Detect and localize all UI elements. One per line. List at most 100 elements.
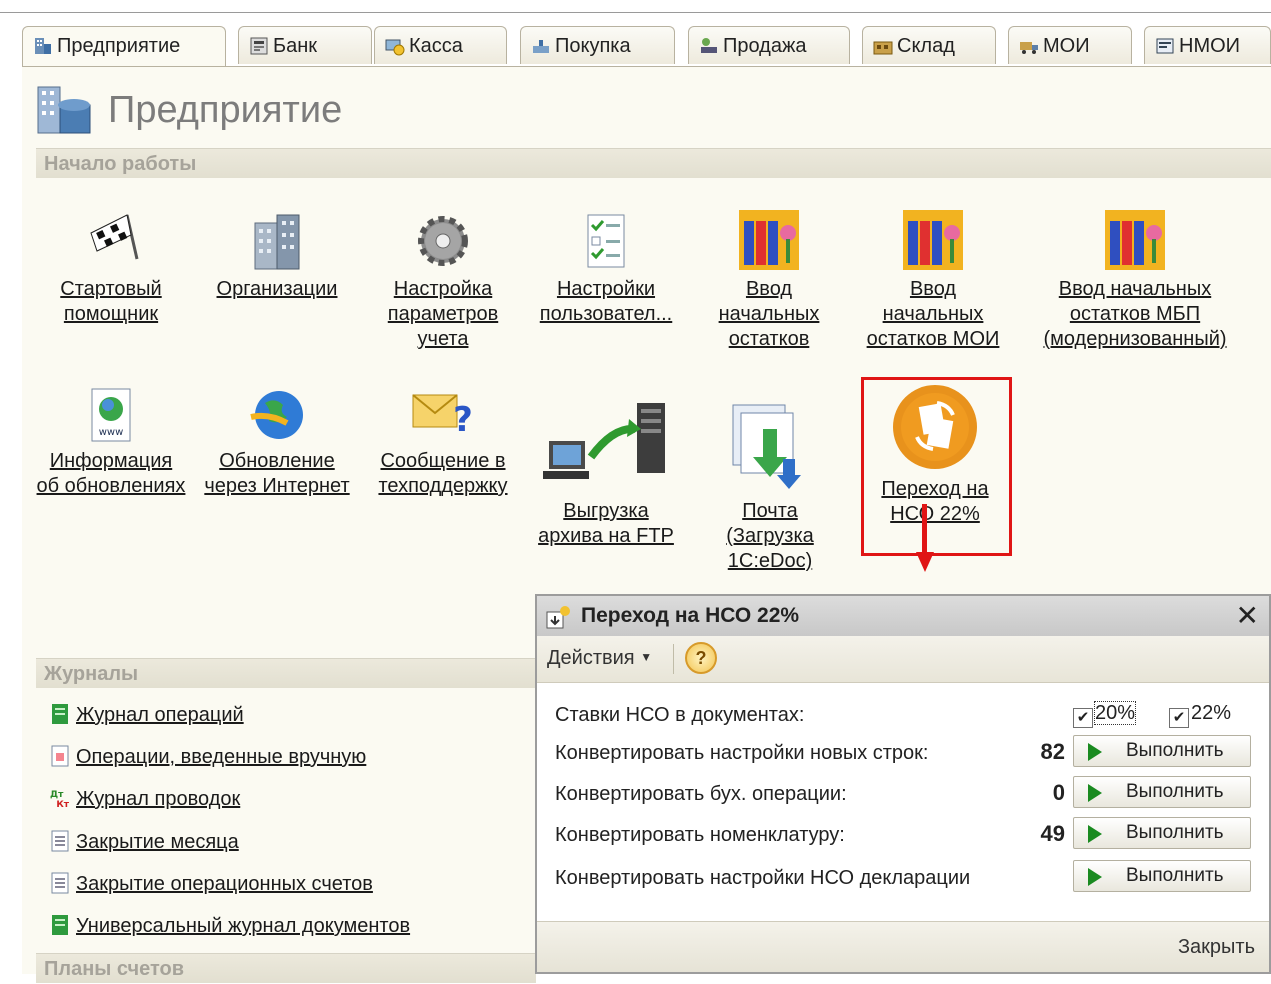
section-journals: Журналы: [36, 658, 536, 688]
close-button[interactable]: Закрыть: [1178, 936, 1255, 959]
checkbox-rate-20[interactable]: ✔ 20%: [1073, 701, 1137, 728]
svg-text:www: www: [99, 427, 124, 438]
document-icon: [51, 830, 69, 852]
journal-operations[interactable]: Журнал операций: [50, 703, 244, 727]
tile-accounting-settings[interactable]: Настройка параметров учета: [368, 209, 518, 352]
tile-label: Настройки пользовател...: [539, 278, 673, 325]
dialog-titlebar[interactable]: Переход на НСО 22% ✕: [537, 596, 1269, 636]
tab-moi[interactable]: МОИ: [1008, 26, 1132, 64]
execute-button-new-lines[interactable]: Выполнить: [1073, 735, 1251, 767]
tile-label: Почта (Загрузка 1С:eDoc): [726, 500, 814, 572]
binders-icon: [903, 210, 963, 270]
row-label-new-lines: Конвертировать настройки новых строк:: [555, 742, 929, 764]
dt-kt-icon: ДтКт: [50, 790, 70, 809]
tile-start-assistant[interactable]: Стартовый помощник: [36, 209, 186, 327]
tile-label: Информация об обновлениях: [36, 450, 186, 497]
sale-icon: [701, 38, 717, 53]
tile-user-settings[interactable]: Настройки пользовател...: [530, 209, 682, 327]
checkbox-rate-22[interactable]: ✔ 22%: [1169, 702, 1231, 728]
tab-purchase[interactable]: Покупка: [520, 26, 675, 64]
tab-cash[interactable]: Касса: [374, 26, 507, 64]
checkbox-20-label: 20%: [1093, 701, 1137, 725]
dialog-toolbar: Действия ▼ ?: [537, 636, 1269, 683]
gear-icon: [418, 216, 468, 266]
tab-label: НМОИ: [1179, 35, 1241, 57]
tile-mail-edoc[interactable]: Почта (Загрузка 1С:eDoc): [704, 397, 836, 574]
enterprise-icon: [35, 38, 51, 54]
tile-update-info[interactable]: www Информация об обновлениях: [36, 387, 186, 499]
tab-label: Банк: [273, 35, 318, 57]
actions-menu[interactable]: Действия ▼: [547, 647, 652, 670]
execute-button-declaration[interactable]: Выполнить: [1073, 860, 1251, 892]
tile-label: Организации: [216, 278, 338, 300]
execute-label: Выполнить: [1126, 822, 1224, 843]
help-button[interactable]: ?: [685, 642, 717, 674]
execute-button-nomenclature[interactable]: Выполнить: [1073, 817, 1251, 849]
cash-icon: [385, 39, 405, 56]
tab-label: Касса: [409, 35, 463, 57]
svg-text:Кт: Кт: [56, 800, 69, 809]
tile-initial-balances-moi[interactable]: Ввод начальных остатков МОИ: [858, 209, 1008, 352]
section-charts: Планы счетов: [36, 953, 536, 983]
top-border: [0, 12, 1271, 13]
execute-label: Выполнить: [1126, 740, 1224, 761]
tab-bank[interactable]: Банк: [238, 26, 372, 64]
journal-label: Универсальный журнал документов: [76, 915, 411, 937]
bank-icon: [250, 37, 268, 55]
journal-postings[interactable]: Дт Кт Журнал проводок: [50, 787, 240, 811]
row-label-declaration: Конвертировать настройки НСО декларации: [555, 867, 971, 889]
rates-label: Ставки НСО в документах:: [555, 704, 805, 726]
tab-label: Покупка: [555, 35, 631, 57]
tab-warehouse[interactable]: Склад: [862, 26, 996, 64]
journal-label: Операции, введенные вручную: [76, 746, 367, 768]
play-icon: [1088, 825, 1102, 843]
nmoi-icon: [1156, 38, 1174, 54]
envelope-question-icon: ?: [412, 394, 473, 440]
journal-green-icon: [52, 704, 68, 724]
journal-universal-documents[interactable]: Универсальный журнал документов: [50, 914, 410, 938]
play-icon: [1088, 784, 1102, 802]
purchase-icon: [533, 40, 549, 53]
checkbox-20-box[interactable]: ✔: [1073, 708, 1093, 728]
tab-nmoi[interactable]: НМОИ: [1144, 26, 1271, 64]
checkbox-22-box[interactable]: ✔: [1169, 708, 1189, 728]
row-label-operations: Конвертировать бух. операции:: [555, 783, 847, 805]
journal-label: Журнал операций: [76, 704, 244, 726]
tile-label: Ввод начальных остатков МБП (модернизова…: [1043, 278, 1227, 350]
binders-icon: [739, 210, 799, 270]
count-operations: 0: [1052, 780, 1065, 805]
tile-initial-balances[interactable]: Ввод начальных остатков: [694, 209, 844, 352]
tile-initial-balances-mbp[interactable]: Ввод начальных остатков МБП (модернизова…: [1032, 209, 1238, 352]
tile-label: Выгрузка архива на FTP: [538, 500, 674, 547]
dialog-title: Переход на НСО 22%: [581, 604, 800, 627]
journal-label: Закрытие операционных счетов: [76, 873, 373, 895]
journal-operational-accounts-close[interactable]: Закрытие операционных счетов: [50, 872, 373, 896]
www-document-icon: www: [91, 388, 131, 442]
tile-label: Сообщение в техподдержку: [378, 450, 508, 497]
play-icon: [1088, 868, 1102, 886]
dialog-icon: [546, 606, 570, 629]
tile-organizations[interactable]: Организации: [202, 209, 352, 302]
journal-label: Журнал проводок: [76, 788, 241, 810]
truck-icon: [1020, 42, 1038, 54]
journal-month-close[interactable]: Закрытие месяца: [50, 830, 239, 854]
tile-label: Стартовый помощник: [60, 278, 162, 325]
tile-support-message[interactable]: ? Сообщение в техподдержку: [366, 387, 520, 499]
checklist-icon: [587, 214, 625, 268]
count-new-lines: 82: [1040, 739, 1065, 764]
toolbar-separator: [673, 644, 674, 674]
play-icon: [1088, 743, 1102, 761]
dialog-footer: Закрыть: [537, 921, 1269, 972]
ftp-upload-icon: [543, 403, 665, 479]
close-icon[interactable]: ✕: [1236, 599, 1259, 632]
tile-internet-update[interactable]: Обновление через Интернет: [202, 387, 352, 499]
tab-enterprise[interactable]: Предприятие: [22, 26, 226, 68]
execute-button-operations[interactable]: Выполнить: [1073, 776, 1251, 808]
journal-manual-operations[interactable]: Операции, введенные вручную: [50, 745, 366, 769]
nso-transition-dialog: Переход на НСО 22% ✕ Действия ▼ ? Ставки…: [535, 594, 1271, 974]
tile-ftp-upload[interactable]: Выгрузка архива на FTP: [530, 397, 682, 549]
svg-text:?: ?: [453, 400, 473, 440]
journal-green-icon: [52, 915, 68, 935]
tab-sale[interactable]: Продажа: [688, 26, 850, 64]
execute-label: Выполнить: [1126, 865, 1224, 886]
